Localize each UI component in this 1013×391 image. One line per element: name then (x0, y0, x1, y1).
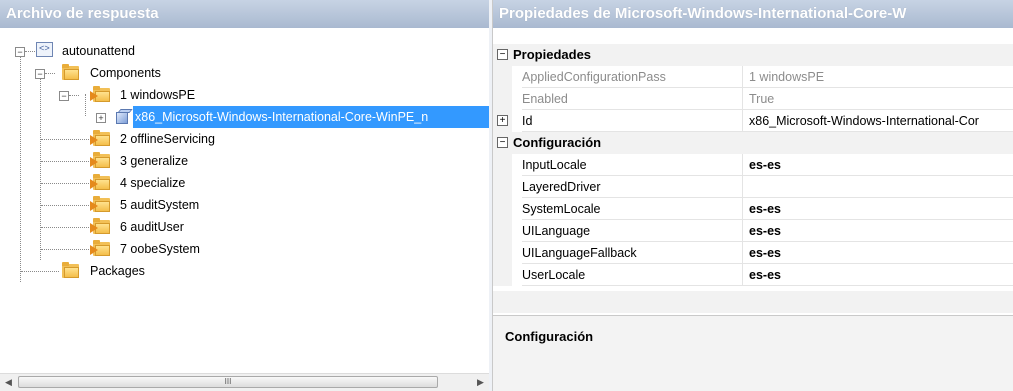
answer-file-tree[interactable]: − <> autounattend − Components − 1 windo… (0, 28, 489, 373)
pass-folder-icon (90, 86, 111, 102)
setting-name: UILanguage (522, 220, 742, 242)
tree-node-label: 6 auditUser (120, 220, 184, 234)
setting-value-field[interactable]: es-es (742, 220, 1013, 242)
folder-icon (62, 64, 80, 80)
property-row[interactable]: Enabled True (493, 88, 1013, 110)
collapse-icon[interactable]: − (35, 69, 45, 79)
setting-name: LayeredDriver (522, 176, 742, 198)
tree-node-pass-generalize[interactable]: 3 generalize (0, 150, 480, 172)
setting-name: InputLocale (522, 154, 742, 176)
pass-folder-icon (90, 196, 111, 212)
property-name: Id (522, 110, 742, 132)
category-label: Propiedades (513, 47, 592, 62)
tree-horizontal-scrollbar[interactable]: ◀ III ▶ (0, 373, 489, 391)
property-name: Enabled (522, 88, 742, 110)
property-row[interactable]: AppliedConfigurationPass 1 windowsPE (493, 66, 1013, 88)
property-value: True (742, 88, 1013, 110)
answer-file-pane: Archivo de respuesta − <> autounattend −… (0, 0, 490, 391)
property-grid-blank-area (493, 291, 1013, 313)
expand-icon[interactable]: + (96, 113, 106, 123)
setting-row-uilanguage[interactable]: UILanguage es-es (493, 220, 1013, 242)
setting-value-field[interactable]: es-es (742, 242, 1013, 264)
property-name: AppliedConfigurationPass (522, 66, 742, 88)
answer-file-pane-title: Archivo de respuesta (0, 0, 489, 28)
tree-node-pass-offlineservicing[interactable]: 2 offlineServicing (0, 128, 480, 150)
property-description-panel: Configuración (493, 315, 1013, 391)
tree-node-label: Components (90, 66, 161, 80)
property-value: 1 windowsPE (742, 66, 1013, 88)
tree-node-label: 7 oobeSystem (120, 242, 200, 256)
pass-folder-icon (90, 130, 111, 146)
collapse-icon[interactable]: − (497, 49, 508, 60)
tree-node-pass-oobesystem[interactable]: 7 oobeSystem (0, 238, 480, 260)
setting-row-layereddriver[interactable]: LayeredDriver (493, 176, 1013, 198)
tree-node-components[interactable]: − Components (0, 62, 480, 84)
tree-node-component-selected[interactable]: + x86_Microsoft-Windows-International-Co… (0, 106, 489, 128)
description-title: Configuración (505, 329, 594, 344)
collapse-icon[interactable]: − (497, 137, 508, 148)
tree-node-label: 4 specialize (120, 176, 186, 190)
tree-node-pass-audituser[interactable]: 6 auditUser (0, 216, 480, 238)
tree-node-label-selected: x86_Microsoft-Windows-International-Core… (133, 106, 489, 128)
category-label: Configuración (513, 135, 602, 150)
tree-node-packages[interactable]: Packages (0, 260, 480, 282)
folder-icon (62, 262, 80, 278)
category-properties[interactable]: − Propiedades (493, 44, 1013, 66)
setting-value-field[interactable]: es-es (742, 264, 1013, 286)
pass-folder-icon (90, 240, 111, 256)
collapse-icon[interactable]: − (59, 91, 69, 101)
setting-name: SystemLocale (522, 198, 742, 220)
scrollbar-thumb[interactable]: III (18, 376, 438, 388)
setting-value-field[interactable]: es-es (742, 198, 1013, 220)
tree-node-pass-auditsystem[interactable]: 5 auditSystem (0, 194, 480, 216)
properties-pane: Propiedades de Microsoft-Windows-Interna… (492, 0, 1013, 391)
tree-node-label: Packages (90, 264, 145, 278)
tree-node-root[interactable]: − <> autounattend (0, 40, 480, 62)
tree-node-pass-specialize[interactable]: 4 specialize (0, 172, 480, 194)
setting-row-userlocale[interactable]: UserLocale es-es (493, 264, 1013, 286)
setting-row-inputlocale[interactable]: InputLocale es-es (493, 154, 1013, 176)
pass-folder-icon (90, 174, 111, 190)
pass-folder-icon (90, 152, 111, 168)
setting-row-uilanguagefallback[interactable]: UILanguageFallback es-es (493, 242, 1013, 264)
collapse-icon[interactable]: − (15, 47, 25, 57)
tree-node-label: 5 auditSystem (120, 198, 200, 212)
tree-node-pass-windowspe[interactable]: − 1 windowsPE (0, 84, 480, 106)
scroll-grip-icon: III (224, 377, 232, 386)
tree-node-label: 2 offlineServicing (120, 132, 215, 146)
properties-pane-title: Propiedades de Microsoft-Windows-Interna… (493, 0, 1013, 28)
scroll-left-icon[interactable]: ◀ (0, 374, 17, 391)
setting-name: UILanguageFallback (522, 242, 742, 264)
category-configuration[interactable]: − Configuración (493, 132, 1013, 154)
property-grid[interactable]: − Propiedades AppliedConfigurationPass 1… (493, 44, 1013, 291)
component-cube-icon (114, 108, 133, 125)
expand-icon[interactable]: + (497, 115, 508, 126)
answer-file-icon: <> (36, 42, 53, 57)
pass-folder-icon (90, 218, 111, 234)
setting-value-field[interactable]: es-es (742, 154, 1013, 176)
setting-name: UserLocale (522, 264, 742, 286)
tree-node-label: 3 generalize (120, 154, 189, 168)
scroll-right-icon[interactable]: ▶ (472, 374, 489, 391)
property-value: x86_Microsoft-Windows-International-Cor (742, 110, 1013, 132)
tree-node-label: autounattend (62, 44, 135, 58)
setting-value-field[interactable] (742, 176, 1013, 198)
setting-row-systemlocale[interactable]: SystemLocale es-es (493, 198, 1013, 220)
property-row-id[interactable]: + Id x86_Microsoft-Windows-International… (493, 110, 1013, 132)
tree-node-label: 1 windowsPE (120, 88, 196, 102)
